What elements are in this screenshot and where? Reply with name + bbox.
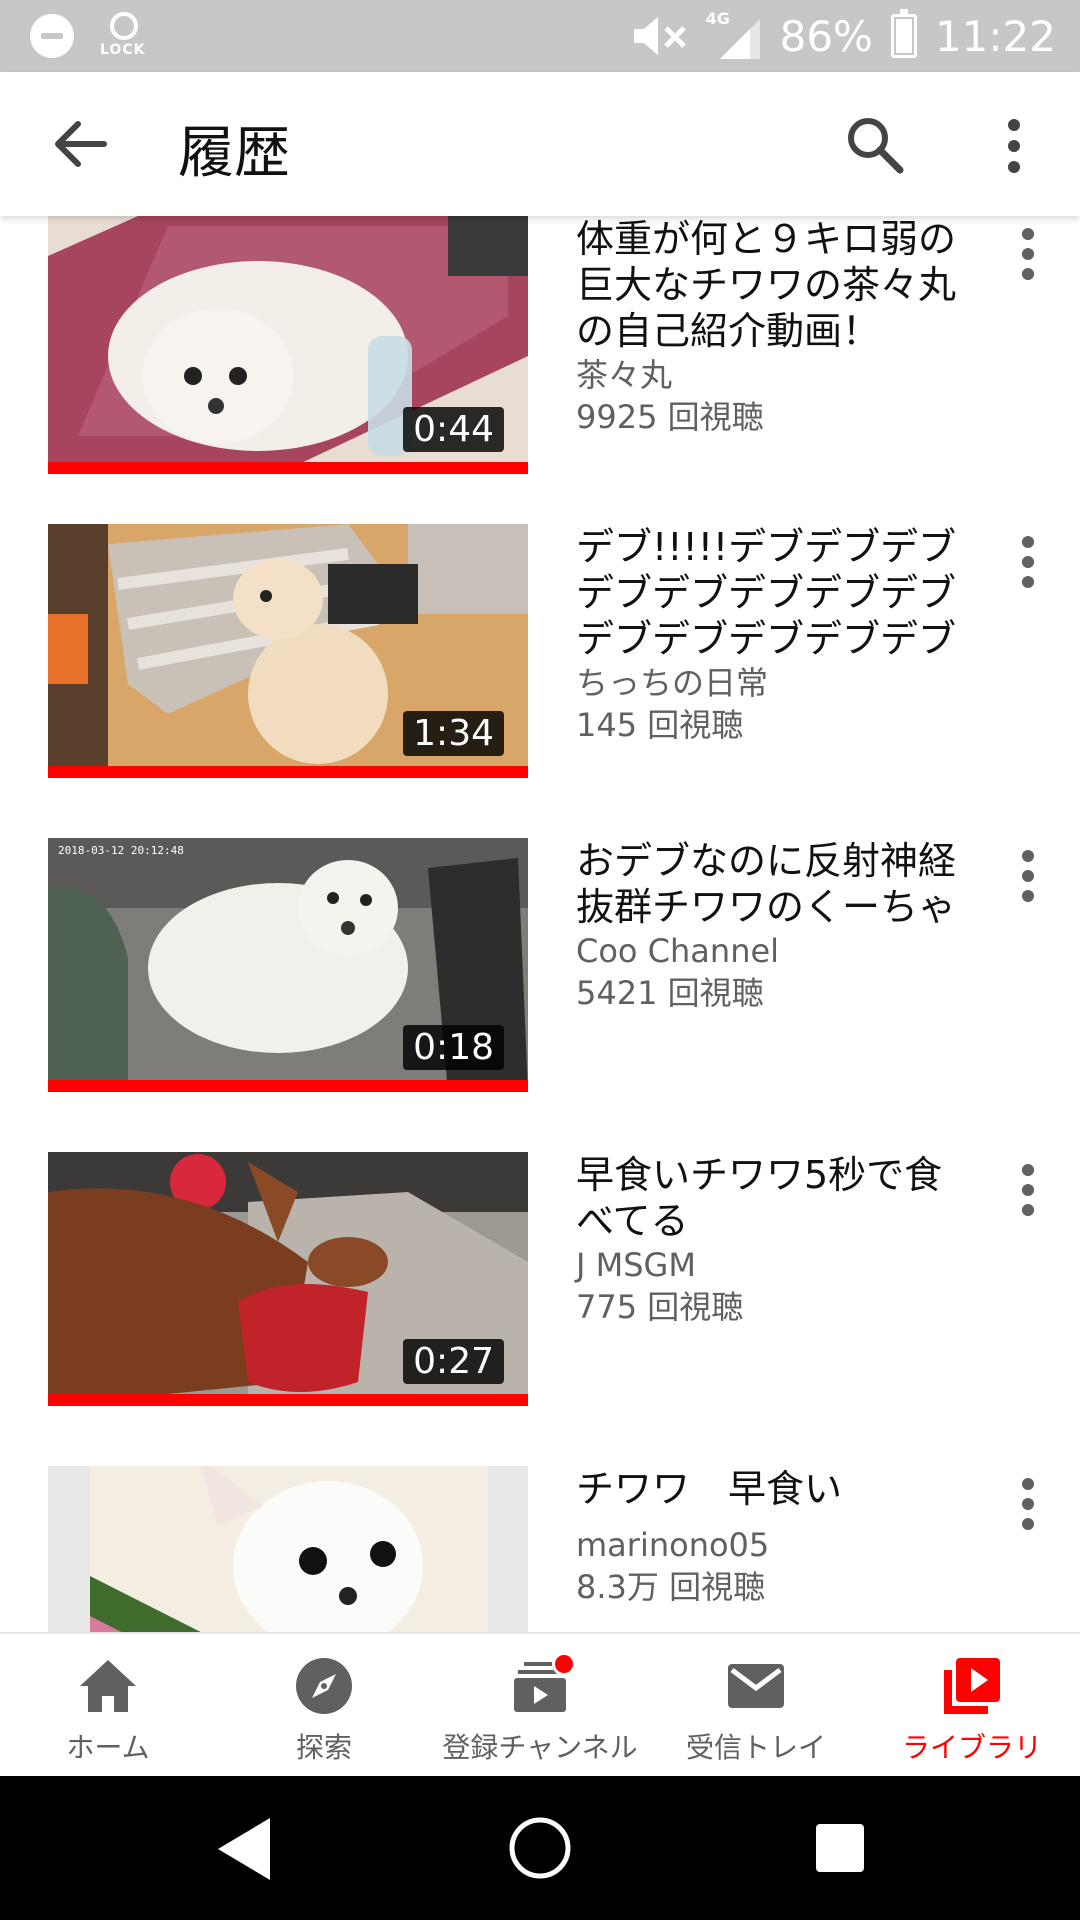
page-title: 履歴	[178, 121, 290, 186]
video-title[interactable]: 体重が何と９キロ弱の巨大なチワワの茶々丸の自己紹介動画！	[576, 216, 972, 354]
system-home-icon[interactable]	[508, 1816, 572, 1880]
list-item[interactable]: 0:27 早食いチワワ5秒で食べてる J MSGM 775 回視聴	[0, 1152, 1080, 1417]
item-more-icon[interactable]	[1010, 228, 1046, 284]
home-icon	[80, 1660, 136, 1712]
channel-name: Coo Channel	[576, 932, 780, 970]
video-thumbnail[interactable]: 0:27	[48, 1152, 528, 1406]
rotation-lock-icon: LOCK	[100, 12, 148, 60]
duration-badge: 0:44	[403, 407, 504, 452]
system-recents-icon[interactable]	[816, 1824, 864, 1872]
system-back-icon[interactable]	[214, 1814, 274, 1884]
video-title[interactable]: おデブなのに反射神経抜群チワワのくーちゃん！	[576, 838, 972, 930]
signal-icon: 4G	[706, 9, 762, 59]
system-navigation-bar	[0, 1776, 1080, 1920]
duration-badge: 0:27	[403, 1339, 504, 1384]
video-info[interactable]: 体重が何と９キロ弱の巨大なチワワの茶々丸の自己紹介動画！ 茶々丸 9925 回視…	[576, 216, 972, 438]
list-item[interactable]: チワワ 早食い marinono05 8.3万 回視聴	[0, 1466, 1080, 1632]
view-count: 8.3万 回視聴	[576, 1568, 766, 1606]
video-thumbnail[interactable]: 0:44	[48, 216, 528, 474]
nav-library[interactable]: ライブラリ	[864, 1634, 1080, 1778]
item-more-icon[interactable]	[1010, 1478, 1046, 1534]
nav-library-label: ライブラリ	[901, 1731, 1042, 1764]
nav-inbox[interactable]: 受信トレイ	[648, 1634, 864, 1778]
battery-icon	[890, 9, 917, 58]
lock-label: LOCK	[100, 42, 146, 58]
video-info[interactable]: デブ!!!!!デブデブデブデブデブデブデブデブデブデブデブデブデブデブデブデブデ…	[576, 524, 972, 746]
notification-dot	[552, 1652, 576, 1676]
watch-progress-bar	[48, 1394, 528, 1406]
library-icon	[944, 1658, 1000, 1714]
view-count: 145 回視聴	[576, 706, 744, 744]
watch-progress-bar	[48, 766, 528, 778]
back-arrow-icon[interactable]	[50, 116, 110, 172]
video-info[interactable]: おデブなのに反射神経抜群チワワのくーちゃん！ Coo Channel 5421 …	[576, 838, 972, 1014]
mute-icon	[633, 17, 686, 55]
list-item[interactable]: 1:34 デブ!!!!!デブデブデブデブデブデブデブデブデブデブデブデブデブデブ…	[0, 524, 1080, 789]
more-options-icon[interactable]	[986, 116, 1042, 176]
svg-text:2018-03-12 20:12:48: 2018-03-12 20:12:48	[58, 844, 184, 857]
battery-percent: 86%	[779, 11, 873, 61]
channel-name: J MSGM	[576, 1246, 696, 1284]
nav-home[interactable]: ホーム	[0, 1634, 216, 1778]
nav-subscriptions[interactable]: 登録チャンネル	[432, 1634, 648, 1778]
inbox-icon	[728, 1664, 784, 1708]
status-bar: LOCK 4G 86% 11:22	[0, 0, 1080, 72]
bottom-navigation: ホーム 探索 登録チャンネル 受信トレイ ライブラリ	[0, 1632, 1080, 1776]
item-more-icon[interactable]	[1010, 850, 1046, 906]
watch-progress-bar	[48, 462, 528, 474]
item-more-icon[interactable]	[1010, 1164, 1046, 1220]
video-title[interactable]: 早食いチワワ5秒で食べてる	[576, 1152, 972, 1244]
view-count: 9925 回視聴	[576, 398, 764, 436]
channel-name: 茶々丸	[576, 356, 673, 394]
channel-name: ちっちの日常	[576, 664, 769, 702]
video-thumbnail[interactable]	[48, 1466, 528, 1632]
video-info[interactable]: 早食いチワワ5秒で食べてる J MSGM 775 回視聴	[576, 1152, 972, 1328]
item-more-icon[interactable]	[1010, 536, 1046, 592]
video-title[interactable]: デブ!!!!!デブデブデブデブデブデブデブデブデブデブデブデブデブデブデブデブデ…	[576, 524, 972, 662]
view-count: 775 回視聴	[576, 1288, 744, 1326]
history-list[interactable]: 0:44 体重が何と９キロ弱の巨大なチワワの茶々丸の自己紹介動画！ 茶々丸 99…	[0, 216, 1080, 1632]
nav-explore[interactable]: 探索	[216, 1634, 432, 1778]
thumbnail-image	[48, 1466, 528, 1632]
video-info[interactable]: チワワ 早食い marinono05 8.3万 回視聴	[576, 1466, 972, 1608]
list-item[interactable]: 0:44 体重が何と９キロ弱の巨大なチワワの茶々丸の自己紹介動画！ 茶々丸 99…	[0, 216, 1080, 481]
list-item[interactable]: 2018-03-12 20:12:48 0:18 おデブなのに反射神経抜群チワワ…	[0, 838, 1080, 1103]
nav-subscriptions-label: 登録チャンネル	[442, 1731, 638, 1764]
view-count: 5421 回視聴	[576, 974, 764, 1012]
nav-inbox-label: 受信トレイ	[685, 1731, 826, 1764]
watch-progress-bar	[48, 1080, 528, 1092]
duration-badge: 0:18	[403, 1025, 504, 1070]
explore-icon	[296, 1658, 352, 1714]
nav-home-label: ホーム	[66, 1731, 150, 1764]
video-thumbnail[interactable]: 2018-03-12 20:12:48 0:18	[48, 838, 528, 1092]
clock: 11:22	[934, 11, 1056, 61]
do-not-disturb-icon	[30, 14, 74, 58]
video-thumbnail[interactable]: 1:34	[48, 524, 528, 778]
nav-explore-label: 探索	[295, 1731, 352, 1764]
video-title[interactable]: チワワ 早食い	[576, 1466, 972, 1524]
app-bar: 履歴	[0, 72, 1080, 216]
search-icon[interactable]	[842, 112, 906, 176]
channel-name: marinono05	[576, 1526, 770, 1564]
duration-badge: 1:34	[403, 711, 504, 756]
